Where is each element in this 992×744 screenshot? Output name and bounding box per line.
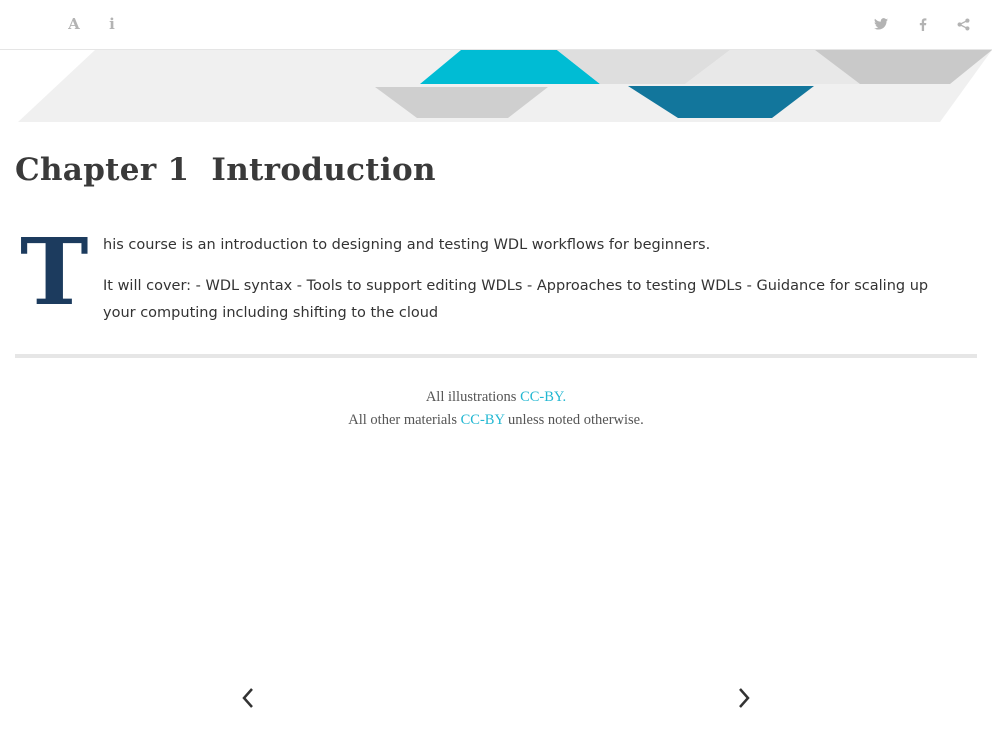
license-line-materials: All other materials CC-BY unless noted o… (0, 409, 992, 432)
chevron-left-icon (242, 688, 253, 708)
license-materials-suffix: unless noted otherwise. (504, 412, 644, 428)
cc-by-illustrations-link[interactable]: CC-BY. (520, 389, 566, 405)
drop-cap: T (20, 218, 89, 326)
intro-paragraph-1: his course is an introduction to designi… (103, 237, 711, 253)
book-header: A i (0, 0, 992, 50)
chapter-title: Introduction (211, 152, 436, 188)
license-illustrations-label: All illustrations (425, 389, 521, 405)
chevron-right-icon (739, 688, 750, 708)
twitter-icon[interactable] (872, 12, 890, 36)
section-divider (15, 354, 977, 358)
info-icon[interactable]: i (104, 12, 120, 36)
license-materials-label: All other materials (348, 412, 461, 428)
license-footer: All illustrations CC-BY. All other mater… (0, 386, 992, 432)
facebook-icon[interactable] (914, 12, 932, 36)
chapter-heading: Chapter 1 Introduction (15, 152, 436, 188)
license-line-illustrations: All illustrations CC-BY. (0, 386, 992, 409)
share-icon[interactable] (954, 12, 972, 36)
next-page-button[interactable] (730, 684, 758, 712)
cc-by-materials-link[interactable]: CC-BY (461, 412, 505, 428)
previous-page-button[interactable] (234, 684, 262, 712)
chapter-number: Chapter 1 (15, 152, 190, 188)
intro-paragraph-2: It will cover: - WDL syntax - Tools to s… (103, 278, 929, 321)
font-settings-icon[interactable]: A (64, 12, 84, 36)
decorative-banner (18, 50, 992, 122)
